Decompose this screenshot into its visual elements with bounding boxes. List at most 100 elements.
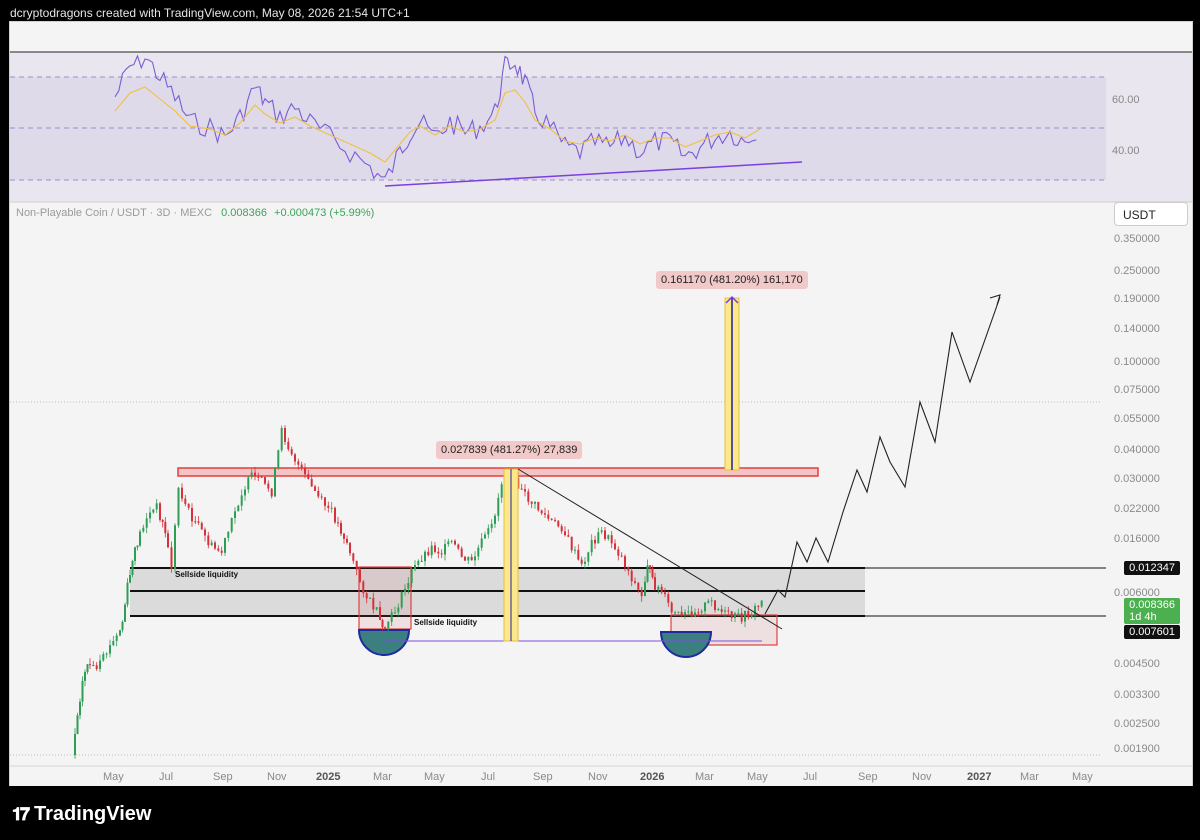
cup-shape-1 [357,629,411,656]
candle-body [352,553,355,561]
current-price: 0.008366 [1129,599,1175,611]
projection-path [764,296,1001,615]
candle-body [737,613,740,615]
candle-body [614,543,616,550]
candle-body [86,664,89,672]
symbol-info: Non-Playable Coin / USDT · 3D · MEXC 0.0… [16,207,374,219]
candle-body [607,535,610,539]
candle-body [76,715,79,734]
price-tag-lower-level: 0.007601 [1124,625,1180,639]
time-axis-label: Sep [858,771,878,783]
candle-body [394,612,396,614]
candle-body [520,488,523,490]
candle-body [349,542,351,554]
candle-body [210,542,213,546]
candle-body [550,518,553,520]
price-axis-label: 0.190000 [1114,293,1160,305]
candle-body [327,505,330,508]
candle-body [170,547,173,570]
candle-body [234,511,236,518]
candle-body [420,560,423,562]
candle-body [487,528,490,535]
candle-body [560,526,563,532]
measure-label-small: 0.027839 (481.27%) 27,839 [436,441,583,459]
measure-label-big: 0.161170 (481.20%) 161,170 [656,271,808,289]
candle-body [79,701,81,716]
candle-body [92,665,95,666]
candle-body [407,583,410,589]
time-axis-label: Nov [912,771,932,783]
candle-body [620,555,623,557]
candle-body [121,621,124,631]
candle-body [717,609,720,611]
chart-frame[interactable]: 60.00 40.00 Sellside liquidity Sellside liq… [9,21,1193,787]
chart-canvas[interactable]: 60.00 40.00 Sellside liquidity Sellside liq… [10,22,1192,786]
candle-body [474,556,476,561]
price-axis-label: 0.022000 [1114,503,1160,515]
candle-body [674,612,676,614]
candle-body [372,597,375,610]
price-tag-upper-level: 0.012347 [1124,561,1180,575]
candle-body [126,582,129,605]
candle-body [105,653,108,655]
price-axis-label: 0.100000 [1114,356,1160,368]
candle-body [457,544,460,549]
candle-body [284,428,286,442]
candle-body [384,627,386,629]
candle-body [697,612,700,614]
candle-body [417,560,420,565]
candle-body [89,664,91,666]
candle-body [95,665,98,669]
candle-body [375,607,378,610]
cup-shape-2 [659,631,713,658]
candle-body [230,518,233,532]
candle-body [270,488,273,497]
tradingview-logo[interactable]: 𝟏𝟕 TradingView [12,803,151,826]
candle-body [410,569,413,584]
time-axis-label: May [103,771,124,783]
candle-body [477,547,480,557]
candle-body [346,538,348,543]
candle-body [379,607,381,620]
candle-body [430,545,433,556]
candle-body [387,621,390,629]
candle-body [747,611,750,618]
price-axis-label: 0.350000 [1114,233,1160,245]
candle-body [760,600,763,607]
tradingview-icon: 𝟏𝟕 [12,804,30,824]
candle-body [527,491,530,502]
candle-body [570,536,573,551]
candle-body [540,510,543,514]
candle-body [214,542,216,549]
candle-body [119,630,121,636]
candle-body [544,513,546,515]
candle-body [594,539,596,544]
candle-body [724,610,726,612]
candle-body [161,520,164,522]
tradingview-brand: TradingView [34,803,152,825]
candle-body [460,548,463,557]
candle-body [294,454,296,462]
symbol-price: 0.008366 [221,207,267,219]
candle-body [355,560,358,570]
candle-body [600,530,603,533]
candle-body [597,532,600,544]
candle-body [734,613,736,618]
candle-body [365,593,368,599]
symbol-change: +0.000473 (+5.99%) [274,207,375,219]
candle-body [700,611,703,613]
candle-body [129,575,131,583]
candle-body [424,551,426,562]
currency-button[interactable]: USDT [1114,202,1188,226]
bar-countdown: 1d 4h [1129,611,1157,623]
candle-body [710,600,713,602]
candle-body [484,534,486,539]
candle-body [191,507,193,522]
candle-body [664,592,666,595]
candle-body [640,589,643,597]
candle-body [744,611,746,622]
candle-body [134,547,136,561]
candle-body [740,613,743,622]
candle-body [217,548,220,551]
time-axis-label: Jul [803,771,817,783]
